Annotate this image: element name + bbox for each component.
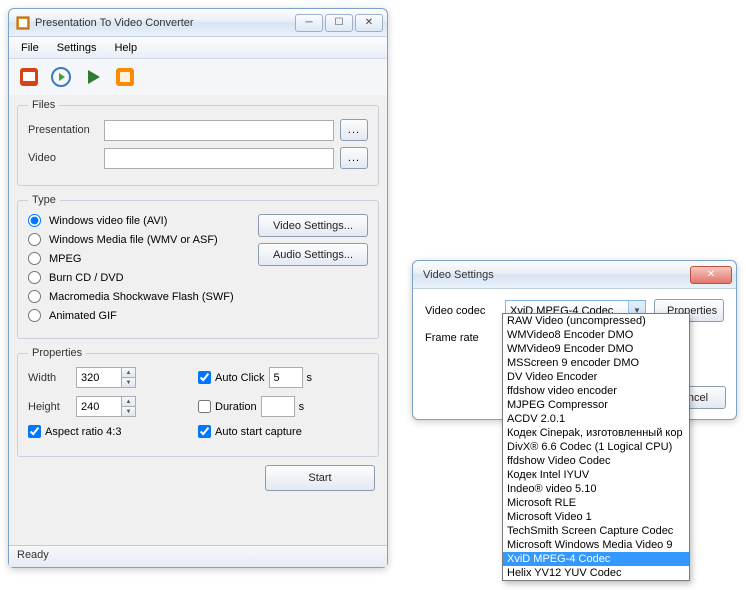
codec-label: Video codec: [425, 305, 497, 317]
height-spinner[interactable]: ▲▼: [122, 396, 136, 417]
codec-option[interactable]: MSScreen 9 encoder DMO: [503, 356, 689, 370]
presentation-label: Presentation: [28, 124, 98, 136]
codec-option[interactable]: TechSmith Screen Capture Codec: [503, 524, 689, 538]
codec-option[interactable]: WMVideo8 Encoder DMO: [503, 328, 689, 342]
menubar: File Settings Help: [9, 37, 387, 59]
autostart-checkbox[interactable]: [198, 425, 211, 438]
radio-avi[interactable]: [28, 214, 41, 227]
autostart-label: Auto start capture: [215, 426, 302, 438]
width-spinner[interactable]: ▲▼: [122, 367, 136, 388]
width-input[interactable]: [76, 367, 122, 388]
height-label: Height: [28, 401, 72, 413]
presentation-input[interactable]: [104, 120, 334, 141]
codec-option[interactable]: DivX® 6.6 Codec (1 Logical CPU): [503, 440, 689, 454]
aspect-checkbox[interactable]: [28, 425, 41, 438]
start-button[interactable]: Start: [265, 465, 375, 491]
aspect-label: Aspect ratio 4:3: [45, 426, 121, 438]
codec-option[interactable]: Microsoft Windows Media Video 9: [503, 538, 689, 552]
toolbar: [9, 59, 387, 95]
codec-option[interactable]: RAW Video (uncompressed): [503, 314, 689, 328]
dialog-close-button[interactable]: ✕: [690, 266, 732, 284]
radio-wmv-label: Windows Media file (WMV or ASF): [49, 234, 218, 246]
codec-option[interactable]: WMVideo9 Encoder DMO: [503, 342, 689, 356]
video-settings-button[interactable]: Video Settings...: [258, 214, 368, 237]
duration-unit: s: [299, 401, 305, 413]
height-input[interactable]: [76, 396, 122, 417]
radio-mpeg[interactable]: [28, 252, 41, 265]
settings-icon[interactable]: [111, 63, 139, 91]
main-title: Presentation To Video Converter: [35, 17, 295, 29]
app-icon: [15, 15, 31, 31]
dialog-titlebar[interactable]: Video Settings ✕: [413, 261, 736, 289]
properties-legend: Properties: [28, 347, 86, 359]
video-label: Video: [28, 152, 98, 164]
codec-option[interactable]: DV Video Encoder: [503, 370, 689, 384]
maximize-button[interactable]: ☐: [325, 14, 353, 32]
codec-option[interactable]: Indeo® video 5.10: [503, 482, 689, 496]
radio-mpeg-label: MPEG: [49, 253, 81, 265]
radio-avi-label: Windows video file (AVI): [49, 215, 167, 227]
video-input[interactable]: [104, 148, 334, 169]
radio-swf[interactable]: [28, 290, 41, 303]
files-legend: Files: [28, 99, 59, 111]
radio-burn[interactable]: [28, 271, 41, 284]
status-text: Ready: [17, 549, 49, 561]
radio-wmv[interactable]: [28, 233, 41, 246]
codec-option[interactable]: ACDV 2.0.1: [503, 412, 689, 426]
video-browse-button[interactable]: ...: [340, 147, 368, 169]
statusbar: Ready: [9, 545, 387, 567]
codec-option[interactable]: Helix YV12 YUV Codec: [503, 566, 689, 580]
duration-input[interactable]: [261, 396, 295, 417]
codec-option[interactable]: Кодек Intel IYUV: [503, 468, 689, 482]
convert-icon[interactable]: [79, 63, 107, 91]
type-legend: Type: [28, 194, 60, 206]
files-group: Files Presentation ... Video ...: [17, 99, 379, 186]
codec-option[interactable]: XviD MPEG-4 Codec: [503, 552, 689, 566]
autoclick-unit: s: [307, 372, 313, 384]
play-icon[interactable]: [47, 63, 75, 91]
radio-burn-label: Burn CD / DVD: [49, 272, 124, 284]
codec-option[interactable]: Microsoft RLE: [503, 496, 689, 510]
audio-settings-button[interactable]: Audio Settings...: [258, 243, 368, 266]
menu-file[interactable]: File: [13, 40, 47, 56]
close-button[interactable]: ✕: [355, 14, 383, 32]
type-group: Type Windows video file (AVI) Windows Me…: [17, 194, 379, 339]
duration-label: Duration: [215, 401, 257, 413]
width-label: Width: [28, 372, 72, 384]
autoclick-label: Auto Click: [215, 372, 265, 384]
radio-gif[interactable]: [28, 309, 41, 322]
duration-checkbox[interactable]: [198, 400, 211, 413]
radio-gif-label: Animated GIF: [49, 310, 117, 322]
codec-dropdown-list[interactable]: RAW Video (uncompressed)WMVideo8 Encoder…: [502, 313, 690, 581]
radio-swf-label: Macromedia Shockwave Flash (SWF): [49, 291, 234, 303]
framerate-label: Frame rate: [425, 332, 497, 344]
autoclick-checkbox[interactable]: [198, 371, 211, 384]
codec-option[interactable]: Microsoft Video 1: [503, 510, 689, 524]
main-window: Presentation To Video Converter ─ ☐ ✕ Fi…: [8, 8, 388, 568]
minimize-button[interactable]: ─: [295, 14, 323, 32]
codec-option[interactable]: MJPEG Compressor: [503, 398, 689, 412]
codec-option[interactable]: ffdshow Video Codec: [503, 454, 689, 468]
properties-group: Properties Width ▲▼ Auto Click s Height …: [17, 347, 379, 457]
menu-settings[interactable]: Settings: [49, 40, 105, 56]
dialog-title: Video Settings: [419, 269, 690, 281]
autoclick-input[interactable]: [269, 367, 303, 388]
codec-option[interactable]: Кодек Cinepak, изготовленный кор: [503, 426, 689, 440]
codec-option[interactable]: ffdshow video encoder: [503, 384, 689, 398]
menu-help[interactable]: Help: [106, 40, 145, 56]
open-ppt-icon[interactable]: [15, 63, 43, 91]
main-titlebar[interactable]: Presentation To Video Converter ─ ☐ ✕: [9, 9, 387, 37]
presentation-browse-button[interactable]: ...: [340, 119, 368, 141]
